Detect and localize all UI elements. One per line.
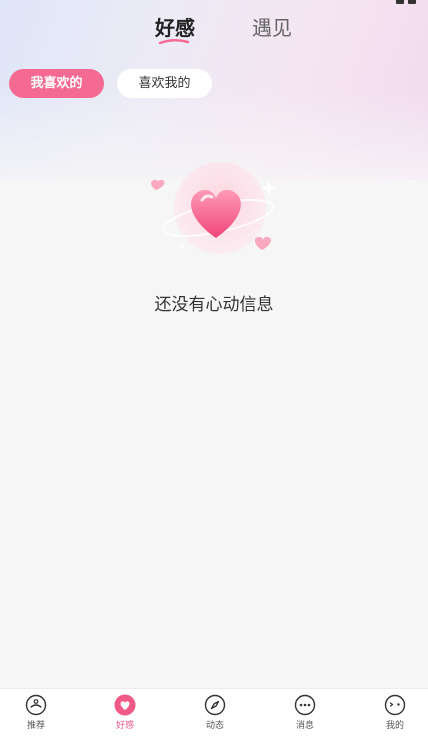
- filter-chips: 我喜欢的 喜欢我的: [0, 69, 428, 99]
- nav-label: 动态: [205, 721, 224, 731]
- heart-illustration-icon: [151, 162, 277, 254]
- nav-label: 消息: [295, 721, 314, 731]
- status-bar: [0, 0, 428, 6]
- recommend-icon: [25, 694, 47, 716]
- heart-icon: [114, 694, 136, 716]
- nav-item-profile[interactable]: 我的: [365, 694, 425, 734]
- top-tabs: 好感 遇见: [0, 8, 428, 48]
- profile-face-icon: [384, 694, 406, 716]
- chat-bubble-icon: [294, 694, 316, 716]
- tab-encounter[interactable]: 遇见: [252, 12, 292, 41]
- nav-item-moments[interactable]: 动态: [185, 694, 245, 734]
- nav-item-messages[interactable]: 消息: [275, 694, 335, 734]
- bottom-nav: 推荐 好感 动态 消息 我的: [0, 688, 428, 736]
- status-icons: [396, 0, 416, 4]
- compass-icon: [204, 694, 226, 716]
- nav-label: 我的: [385, 721, 404, 731]
- battery-icon: [408, 0, 416, 4]
- chip-i-liked[interactable]: 我喜欢的: [9, 69, 104, 98]
- chip-liked-me[interactable]: 喜欢我的: [117, 69, 212, 98]
- nav-item-recommend[interactable]: 推荐: [6, 694, 66, 734]
- nav-label: 推荐: [26, 721, 45, 731]
- active-tab-indicator: [158, 39, 190, 45]
- nav-label: 好感: [115, 721, 134, 731]
- tab-favorability[interactable]: 好感: [155, 12, 195, 41]
- signal-icon: [396, 0, 404, 4]
- nav-item-favorability[interactable]: 好感: [95, 694, 155, 734]
- empty-state-message: 还没有心动信息: [154, 295, 274, 315]
